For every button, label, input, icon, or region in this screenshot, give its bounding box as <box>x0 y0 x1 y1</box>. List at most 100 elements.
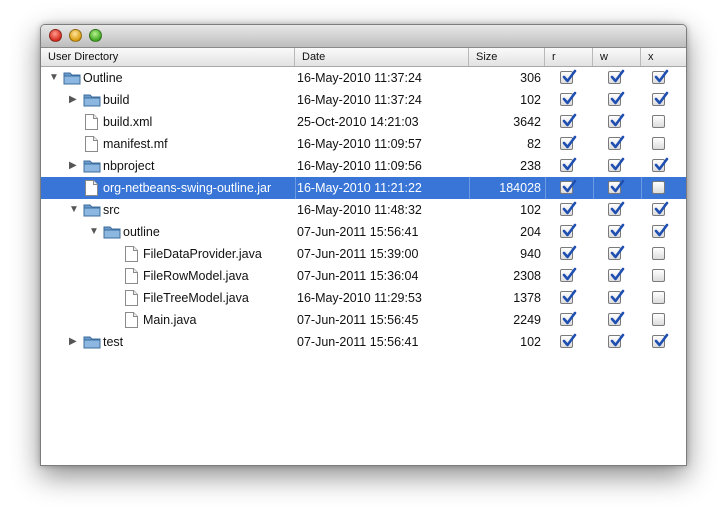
row-date: 07-Jun-2011 15:56:41 <box>297 225 419 239</box>
checkbox-w[interactable] <box>608 289 625 304</box>
table-row[interactable]: ▶ build 16-May-2010 11:37:24 102 <box>41 89 686 111</box>
checkbox-w[interactable] <box>608 333 625 348</box>
row-size: 1378 <box>513 291 541 305</box>
checkbox-x[interactable] <box>652 223 669 238</box>
column-header-date[interactable]: Date <box>295 48 469 66</box>
column-header-x[interactable]: x <box>641 48 686 66</box>
table-row[interactable]: ▶ test 07-Jun-2011 15:56:41 102 <box>41 331 686 353</box>
row-date: 16-May-2010 11:09:57 <box>297 137 422 151</box>
folder-icon <box>83 202 101 222</box>
checkbox-x[interactable] <box>652 157 669 172</box>
checkbox-x[interactable] <box>652 91 669 106</box>
row-size: 204 <box>520 225 541 239</box>
row-date: 16-May-2010 11:37:24 <box>297 93 422 107</box>
checkbox-r[interactable] <box>560 201 577 216</box>
close-button[interactable] <box>49 29 62 42</box>
row-date: 16-May-2010 11:29:53 <box>297 291 422 305</box>
expanded-triangle-icon[interactable]: ▼ <box>49 67 59 89</box>
checkbox-x[interactable] <box>652 291 665 304</box>
title-bar[interactable] <box>41 25 686 48</box>
checkbox-w[interactable] <box>608 91 625 106</box>
table-row[interactable]: ▼ outline 07-Jun-2011 15:56:41 204 <box>41 221 686 243</box>
row-size: 2308 <box>513 269 541 283</box>
checkbox-r[interactable] <box>560 91 577 106</box>
checkbox-r[interactable] <box>560 179 577 194</box>
row-name: org-netbeans-swing-outline.jar <box>103 181 272 195</box>
row-name: src <box>103 203 120 217</box>
folder-icon <box>83 158 101 178</box>
checkbox-w[interactable] <box>608 157 625 172</box>
checkbox-x[interactable] <box>652 181 665 194</box>
minimize-button[interactable] <box>69 29 82 42</box>
checkbox-w[interactable] <box>608 311 625 326</box>
row-name: outline <box>123 225 160 239</box>
checkbox-w[interactable] <box>608 179 625 194</box>
table-row[interactable]: ▶ nbproject 16-May-2010 11:09:56 238 <box>41 155 686 177</box>
checkbox-r[interactable] <box>560 245 577 260</box>
collapsed-triangle-icon[interactable]: ▶ <box>69 89 77 111</box>
checkbox-x[interactable] <box>652 247 665 260</box>
table-row[interactable]: ▼ src 16-May-2010 11:48:32 102 <box>41 199 686 221</box>
row-name: test <box>103 335 124 349</box>
collapsed-triangle-icon[interactable]: ▶ <box>69 331 77 353</box>
row-size: 940 <box>520 247 541 261</box>
checkbox-x[interactable] <box>652 137 665 150</box>
checkbox-w[interactable] <box>608 113 625 128</box>
checkbox-r[interactable] <box>560 333 577 348</box>
table-row[interactable]: manifest.mf 16-May-2010 11:09:57 82 <box>41 133 686 155</box>
column-header-size[interactable]: Size <box>469 48 545 66</box>
file-icon <box>125 246 138 267</box>
column-header-w[interactable]: w <box>593 48 641 66</box>
checkbox-x[interactable] <box>652 69 669 84</box>
collapsed-triangle-icon[interactable]: ▶ <box>69 155 77 177</box>
file-icon <box>125 268 138 289</box>
row-name: Main.java <box>143 313 197 327</box>
row-size: 102 <box>520 203 541 217</box>
checkbox-r[interactable] <box>560 113 577 128</box>
row-name: manifest.mf <box>103 137 168 151</box>
table-row[interactable]: FileTreeModel.java 16-May-2010 11:29:53 13… <box>41 287 686 309</box>
checkbox-w[interactable] <box>608 223 625 238</box>
checkbox-r[interactable] <box>560 69 577 84</box>
row-size: 2249 <box>513 313 541 327</box>
row-size: 102 <box>520 335 541 349</box>
table-row[interactable]: build.xml 25-Oct-2010 14:21:03 3642 <box>41 111 686 133</box>
expanded-triangle-icon[interactable]: ▼ <box>69 199 79 221</box>
row-name: build <box>103 93 130 107</box>
row-size: 82 <box>527 137 541 151</box>
checkbox-w[interactable] <box>608 245 625 260</box>
file-icon <box>85 114 98 135</box>
checkbox-r[interactable] <box>560 135 577 150</box>
table-row[interactable]: FileRowModel.java 07-Jun-2011 15:36:04 230… <box>41 265 686 287</box>
row-date: 16-May-2010 11:37:24 <box>297 71 422 85</box>
checkbox-r[interactable] <box>560 311 577 326</box>
file-icon <box>125 312 138 333</box>
table-row[interactable]: FileDataProvider.java 07-Jun-2011 15:39:0… <box>41 243 686 265</box>
checkbox-r[interactable] <box>560 223 577 238</box>
checkbox-w[interactable] <box>608 201 625 216</box>
checkbox-w[interactable] <box>608 135 625 150</box>
table-row[interactable]: org-netbeans-swing-outline.jar 16-May-201… <box>41 177 686 199</box>
row-size: 3642 <box>513 115 541 129</box>
checkbox-x[interactable] <box>652 115 665 128</box>
checkbox-r[interactable] <box>560 267 577 282</box>
checkbox-x[interactable] <box>652 313 665 326</box>
row-date: 07-Jun-2011 15:56:41 <box>297 335 419 349</box>
checkbox-x[interactable] <box>652 269 665 282</box>
row-name: Outline <box>83 71 123 85</box>
row-date: 07-Jun-2011 15:56:45 <box>297 313 419 327</box>
table-row[interactable]: ▼ Outline 16-May-2010 11:37:24 306 <box>41 67 686 89</box>
expanded-triangle-icon[interactable]: ▼ <box>89 221 99 243</box>
checkbox-w[interactable] <box>608 267 625 282</box>
column-header-r[interactable]: r <box>545 48 593 66</box>
checkbox-r[interactable] <box>560 157 577 172</box>
checkbox-x[interactable] <box>652 201 669 216</box>
table-row[interactable]: Main.java 07-Jun-2011 15:56:45 2249 <box>41 309 686 331</box>
checkbox-x[interactable] <box>652 333 669 348</box>
zoom-button[interactable] <box>89 29 102 42</box>
checkbox-w[interactable] <box>608 69 625 84</box>
checkbox-r[interactable] <box>560 289 577 304</box>
table-header: User Directory Date Size r w x <box>41 48 686 67</box>
column-header-user-directory[interactable]: User Directory <box>41 48 295 66</box>
file-icon <box>85 180 98 201</box>
